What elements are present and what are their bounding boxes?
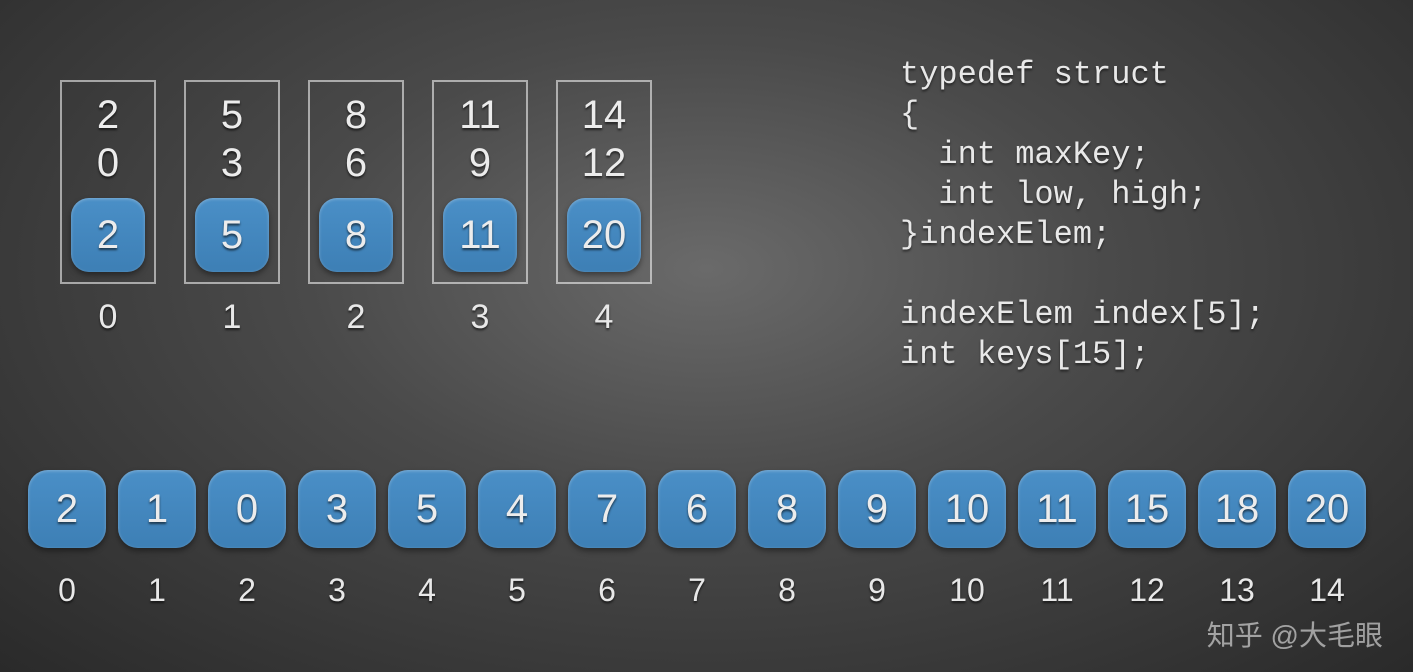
key-position: 6 xyxy=(598,572,616,609)
key-val: 18 xyxy=(1215,486,1260,532)
key-tile: 6 xyxy=(658,470,736,548)
key-elem: 0 2 xyxy=(208,470,286,609)
key-val: 1 xyxy=(146,486,168,532)
key-position: 13 xyxy=(1219,572,1255,609)
index-maxkey: 2 xyxy=(97,212,119,258)
key-position: 1 xyxy=(148,572,166,609)
key-position: 4 xyxy=(418,572,436,609)
key-elem: 6 7 xyxy=(658,470,736,609)
index-elem-4: 14 12 20 4 xyxy=(556,80,652,337)
key-val: 10 xyxy=(945,486,990,532)
index-low: 9 xyxy=(469,140,491,186)
index-high: 8 xyxy=(345,92,367,138)
key-tile: 8 xyxy=(748,470,826,548)
key-position: 12 xyxy=(1129,572,1165,609)
index-low: 0 xyxy=(97,140,119,186)
key-elem: 18 13 xyxy=(1198,470,1276,609)
code-snippet: typedef struct { int maxKey; int low, hi… xyxy=(900,55,1265,375)
keys-array: 2 0 1 1 0 2 3 3 5 4 4 5 7 6 6 7 8 8 9 9 … xyxy=(28,470,1388,609)
key-elem: 10 10 xyxy=(928,470,1006,609)
key-tile: 10 xyxy=(928,470,1006,548)
key-tile: 7 xyxy=(568,470,646,548)
key-val: 7 xyxy=(596,486,618,532)
key-val: 2 xyxy=(56,486,78,532)
index-low: 3 xyxy=(221,140,243,186)
index-high: 2 xyxy=(97,92,119,138)
index-position: 1 xyxy=(223,298,242,337)
key-tile: 4 xyxy=(478,470,556,548)
index-box: 11 9 11 xyxy=(432,80,528,284)
index-box: 14 12 20 xyxy=(556,80,652,284)
index-high: 5 xyxy=(221,92,243,138)
key-position: 0 xyxy=(58,572,76,609)
index-low: 12 xyxy=(582,140,627,186)
key-val: 0 xyxy=(236,486,258,532)
key-val: 15 xyxy=(1125,486,1170,532)
key-elem: 15 12 xyxy=(1108,470,1186,609)
key-position: 14 xyxy=(1309,572,1345,609)
index-maxkey-tile: 2 xyxy=(71,198,145,272)
index-position: 2 xyxy=(347,298,366,337)
key-val: 9 xyxy=(866,486,888,532)
key-position: 10 xyxy=(949,572,985,609)
index-maxkey-tile: 5 xyxy=(195,198,269,272)
index-elem-1: 5 3 5 1 xyxy=(184,80,280,337)
key-position: 8 xyxy=(778,572,796,609)
index-elem-2: 8 6 8 2 xyxy=(308,80,404,337)
key-tile: 11 xyxy=(1018,470,1096,548)
key-val: 4 xyxy=(506,486,528,532)
key-tile: 2 xyxy=(28,470,106,548)
index-array: 2 0 2 0 5 3 5 1 8 6 8 2 11 9 xyxy=(60,80,652,337)
index-elem-3: 11 9 11 3 xyxy=(432,80,528,337)
key-elem: 3 3 xyxy=(298,470,376,609)
key-val: 20 xyxy=(1305,486,1350,532)
index-low: 6 xyxy=(345,140,367,186)
key-tile: 9 xyxy=(838,470,916,548)
key-tile: 0 xyxy=(208,470,286,548)
index-maxkey-tile: 11 xyxy=(443,198,517,272)
index-maxkey: 20 xyxy=(582,212,627,258)
key-tile: 20 xyxy=(1288,470,1366,548)
index-maxkey: 11 xyxy=(459,212,501,258)
key-tile: 1 xyxy=(118,470,196,548)
key-tile: 15 xyxy=(1108,470,1186,548)
key-val: 5 xyxy=(416,486,438,532)
index-box: 5 3 5 xyxy=(184,80,280,284)
key-position: 3 xyxy=(328,572,346,609)
key-elem: 11 11 xyxy=(1018,470,1096,609)
index-maxkey: 8 xyxy=(345,212,367,258)
index-box: 2 0 2 xyxy=(60,80,156,284)
key-elem: 2 0 xyxy=(28,470,106,609)
index-high: 11 xyxy=(459,92,501,138)
key-tile: 18 xyxy=(1198,470,1276,548)
key-elem: 7 6 xyxy=(568,470,646,609)
index-maxkey-tile: 8 xyxy=(319,198,393,272)
key-position: 11 xyxy=(1040,572,1073,609)
index-elem-0: 2 0 2 0 xyxy=(60,80,156,337)
key-elem: 9 9 xyxy=(838,470,916,609)
key-elem: 20 14 xyxy=(1288,470,1366,609)
index-high: 14 xyxy=(582,92,627,138)
key-position: 9 xyxy=(868,572,886,609)
key-tile: 3 xyxy=(298,470,376,548)
key-position: 7 xyxy=(688,572,706,609)
index-position: 0 xyxy=(99,298,118,337)
index-maxkey-tile: 20 xyxy=(567,198,641,272)
watermark-text: 知乎 @大毛眼 xyxy=(1207,614,1383,654)
key-val: 3 xyxy=(326,486,348,532)
key-position: 2 xyxy=(238,572,256,609)
key-position: 5 xyxy=(508,572,526,609)
key-val: 6 xyxy=(686,486,708,532)
index-maxkey: 5 xyxy=(221,212,243,258)
key-elem: 4 5 xyxy=(478,470,556,609)
key-elem: 1 1 xyxy=(118,470,196,609)
key-val: 8 xyxy=(776,486,798,532)
key-elem: 5 4 xyxy=(388,470,466,609)
key-tile: 5 xyxy=(388,470,466,548)
key-elem: 8 8 xyxy=(748,470,826,609)
index-box: 8 6 8 xyxy=(308,80,404,284)
index-position: 4 xyxy=(595,298,614,337)
key-val: 11 xyxy=(1036,486,1078,532)
index-position: 3 xyxy=(471,298,490,337)
